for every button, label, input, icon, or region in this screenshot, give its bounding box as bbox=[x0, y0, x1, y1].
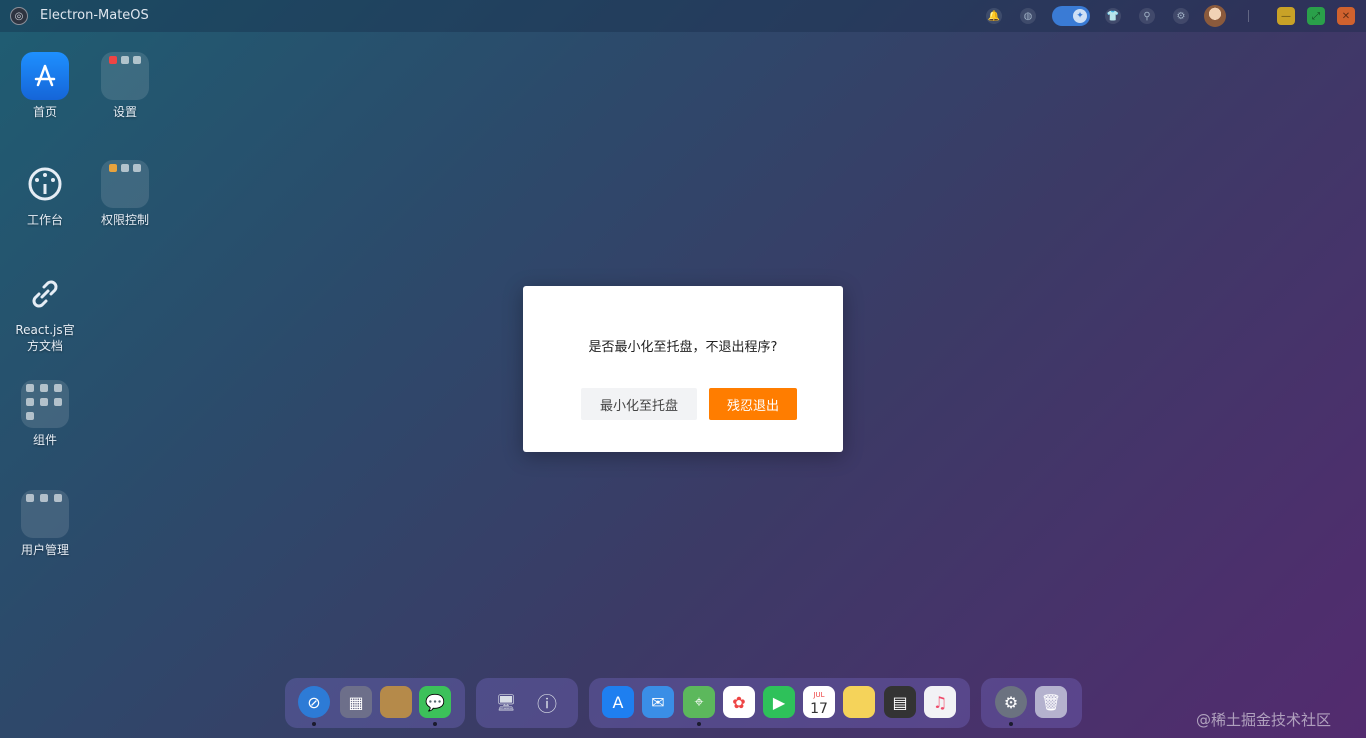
desktop-icon-label: 组件 bbox=[32, 433, 57, 447]
desktop-icon-label: 权限控制 bbox=[100, 213, 149, 227]
dock-group-4: ⚙ 🗑 bbox=[981, 678, 1082, 728]
desktop-icon-react-docs[interactable]: React.js官方文档 bbox=[5, 270, 85, 354]
folder-icon bbox=[21, 380, 69, 428]
dashboard-icon bbox=[21, 160, 69, 208]
photos-icon[interactable]: ✿ bbox=[723, 686, 755, 718]
calendar-icon[interactable]: JUL 17 bbox=[803, 686, 835, 718]
desktop-icon-label: React.js官方文档 bbox=[15, 323, 75, 353]
quit-button[interactable]: 残忍退出 bbox=[709, 388, 797, 420]
running-indicator bbox=[1009, 722, 1013, 726]
launchpad-icon[interactable]: ▦ bbox=[340, 686, 372, 718]
dock-group-2: 🖥 ⓘ bbox=[476, 678, 578, 728]
desktop-icon-label: 工作台 bbox=[26, 213, 63, 227]
notes-icon[interactable] bbox=[843, 686, 875, 718]
confirm-dialog: 是否最小化至托盘，不退出程序? 最小化至托盘 残忍退出 bbox=[523, 286, 843, 452]
watermark: @稀土掘金技术社区 bbox=[1196, 711, 1332, 729]
system-settings-icon[interactable]: ⚙ bbox=[995, 686, 1027, 718]
calculator-icon[interactable]: ▤ bbox=[884, 686, 916, 718]
title-bar: ◎ Electron-MateOS 🔔 ◍ ✦ 👕 ⚲ ⚙ — ⤢ ✕ bbox=[0, 0, 1366, 32]
monitor-icon[interactable]: 🖥 bbox=[490, 686, 522, 718]
bell-icon[interactable]: 🔔 bbox=[986, 8, 1002, 24]
notes-app-icon[interactable] bbox=[380, 686, 412, 718]
folder-icon bbox=[101, 52, 149, 100]
calendar-day: 17 bbox=[810, 701, 828, 717]
close-button[interactable]: ✕ bbox=[1337, 7, 1355, 25]
dock-group-3: A ✉ ⌖ ✿ ▶ JUL 17 ▤ ♫ bbox=[589, 678, 970, 728]
trash-icon[interactable]: 🗑 bbox=[1035, 686, 1067, 718]
minimize-to-tray-button[interactable]: 最小化至托盘 bbox=[581, 388, 697, 420]
running-indicator bbox=[433, 722, 437, 726]
desktop-icon-label: 用户管理 bbox=[20, 543, 69, 557]
desktop-icon-settings[interactable]: 设置 bbox=[85, 52, 165, 120]
music-icon[interactable]: ♫ bbox=[924, 686, 956, 718]
maximize-button[interactable]: ⤢ bbox=[1307, 7, 1325, 25]
facetime-icon[interactable]: ▶ bbox=[763, 686, 795, 718]
pin-icon[interactable]: ⚲ bbox=[1139, 8, 1155, 24]
sliders-icon[interactable]: ⚙ bbox=[1173, 8, 1189, 24]
dock-group-1: ⊘ ▦ 💬 bbox=[285, 678, 465, 728]
shirt-icon[interactable]: 👕 bbox=[1105, 8, 1121, 24]
app-store-icon[interactable]: A bbox=[602, 686, 634, 718]
app-store-icon bbox=[21, 52, 69, 100]
divider bbox=[1248, 10, 1249, 22]
running-indicator bbox=[697, 722, 701, 726]
safari-icon[interactable]: ⊘ bbox=[298, 686, 330, 718]
minimize-button[interactable]: — bbox=[1277, 7, 1295, 25]
dialog-message: 是否最小化至托盘，不退出程序? bbox=[588, 340, 778, 355]
desktop-icon-permissions[interactable]: 权限控制 bbox=[85, 160, 165, 228]
info-icon[interactable]: ⓘ bbox=[531, 686, 563, 718]
avatar[interactable] bbox=[1204, 5, 1226, 27]
mail-icon[interactable]: ✉ bbox=[642, 686, 674, 718]
calendar-month: JUL bbox=[813, 691, 825, 699]
maps-icon[interactable]: ⌖ bbox=[683, 686, 715, 718]
messages-icon[interactable]: 💬 bbox=[419, 686, 451, 718]
app-logo-icon: ◎ bbox=[10, 7, 28, 25]
theme-toggle[interactable]: ✦ bbox=[1052, 6, 1090, 26]
link-icon bbox=[21, 270, 69, 318]
folder-icon bbox=[101, 160, 149, 208]
folder-icon bbox=[21, 490, 69, 538]
toggle-knob-icon: ✦ bbox=[1073, 9, 1087, 23]
desktop-icon-label: 设置 bbox=[112, 105, 137, 119]
desktop-icon-components[interactable]: 组件 bbox=[5, 380, 85, 448]
app-title: Electron-MateOS bbox=[40, 8, 149, 23]
desktop-icon-label: 首页 bbox=[32, 105, 57, 119]
running-indicator bbox=[312, 722, 316, 726]
globe-icon[interactable]: ◍ bbox=[1020, 8, 1036, 24]
desktop-icon-home[interactable]: 首页 bbox=[5, 52, 85, 120]
desktop-icon-users[interactable]: 用户管理 bbox=[5, 490, 85, 558]
desktop-icon-workbench[interactable]: 工作台 bbox=[5, 160, 85, 228]
